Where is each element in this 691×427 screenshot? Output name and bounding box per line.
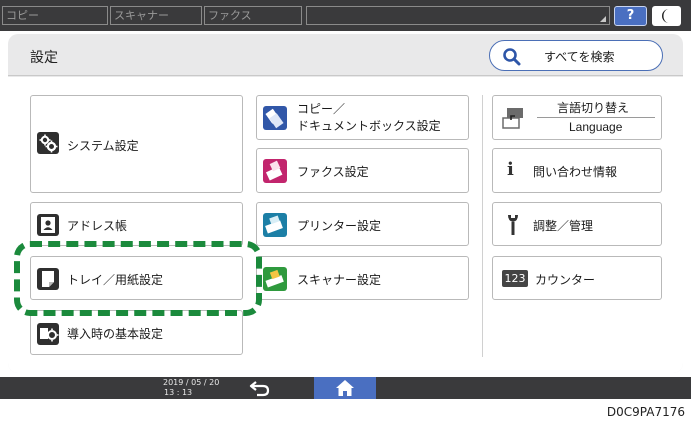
search-all-button[interactable]: すべてを検索 bbox=[489, 40, 663, 71]
gear-icon bbox=[37, 132, 59, 154]
figure-caption: D0C9PA7176 bbox=[606, 405, 685, 419]
bottom-bar: 2019 / 05 / 20 13 : 13 bbox=[0, 377, 691, 399]
back-arrow-icon bbox=[249, 381, 270, 397]
tab-copy[interactable]: コピー bbox=[2, 6, 108, 25]
address-book-tile[interactable]: アドレス帳 bbox=[30, 202, 243, 246]
tab-scanner[interactable]: スキャナー bbox=[110, 6, 202, 25]
copy-document-server-settings-tile[interactable]: コピー／ ドキュメントボックス設定 bbox=[256, 95, 469, 140]
printer-icon bbox=[263, 213, 287, 237]
copy-icon bbox=[263, 106, 287, 130]
printer-settings-label: プリンター設定 bbox=[297, 219, 382, 233]
search-all-label: すべてを検索 bbox=[544, 50, 615, 64]
counter-icon: 123 bbox=[502, 270, 528, 287]
scanner-settings-tile[interactable]: スキャナー設定 bbox=[256, 256, 469, 300]
fax-icon bbox=[263, 159, 287, 183]
search-icon bbox=[503, 48, 521, 66]
language-divider bbox=[537, 117, 655, 118]
counter-tile[interactable]: 123 カウンター bbox=[492, 256, 662, 300]
maintenance-label: 調整／管理 bbox=[533, 219, 594, 233]
address-book-icon bbox=[37, 214, 59, 236]
maintenance-tile[interactable]: 調整／管理 bbox=[492, 202, 662, 246]
initial-setup-icon bbox=[37, 323, 59, 345]
date-text: 2019 / 05 / 20 bbox=[163, 378, 220, 387]
help-button[interactable]: ? bbox=[614, 6, 647, 26]
language-english-label: Language bbox=[569, 120, 623, 134]
home-icon bbox=[336, 380, 354, 396]
address-book-label: アドレス帳 bbox=[67, 219, 128, 233]
top-bar: コピー スキャナー ファクス ? bbox=[0, 0, 691, 31]
copy-settings-label-line1: コピー／ bbox=[297, 102, 346, 116]
language-switch-tile[interactable]: 言語切り替え Language bbox=[492, 95, 662, 140]
moon-icon bbox=[662, 9, 669, 23]
page-title: 設定 bbox=[30, 50, 58, 66]
initial-settings-tile[interactable]: 導入時の基本設定 bbox=[30, 310, 243, 355]
column-divider bbox=[482, 95, 483, 357]
language-switch-icon bbox=[501, 106, 525, 134]
message-field[interactable] bbox=[306, 6, 610, 25]
resize-corner-icon bbox=[600, 16, 606, 22]
scanner-settings-label: スキャナー設定 bbox=[297, 273, 382, 287]
language-switch-label: 言語切り替え bbox=[557, 101, 630, 115]
screen: コピー スキャナー ファクス ? 設定 すべてを検索 システム設定 アドレス帳 … bbox=[0, 0, 691, 399]
initial-settings-label: 導入時の基本設定 bbox=[67, 327, 164, 341]
info-icon: i bbox=[507, 159, 514, 180]
home-button[interactable] bbox=[314, 377, 376, 399]
scanner-icon bbox=[263, 267, 287, 291]
copy-settings-label-line2: ドキュメントボックス設定 bbox=[297, 119, 441, 133]
wrench-icon bbox=[505, 213, 521, 241]
back-button[interactable] bbox=[248, 379, 272, 401]
tab-fax[interactable]: ファクス bbox=[204, 6, 302, 25]
system-settings-tile[interactable]: システム設定 bbox=[30, 95, 243, 193]
system-settings-label: システム設定 bbox=[67, 139, 139, 153]
printer-settings-tile[interactable]: プリンター設定 bbox=[256, 202, 469, 246]
highlight-frame bbox=[14, 241, 262, 316]
fax-settings-tile[interactable]: ファクス設定 bbox=[256, 148, 469, 193]
counter-label: カウンター bbox=[535, 273, 596, 287]
date-time: 2019 / 05 / 20 13 : 13 bbox=[163, 378, 219, 398]
energy-saver-button[interactable] bbox=[652, 6, 681, 26]
inquiry-label: 問い合わせ情報 bbox=[533, 165, 618, 179]
fax-settings-label: ファクス設定 bbox=[297, 165, 369, 179]
time-text: 13 : 13 bbox=[164, 388, 193, 397]
inquiry-tile[interactable]: i 問い合わせ情報 bbox=[492, 148, 662, 193]
